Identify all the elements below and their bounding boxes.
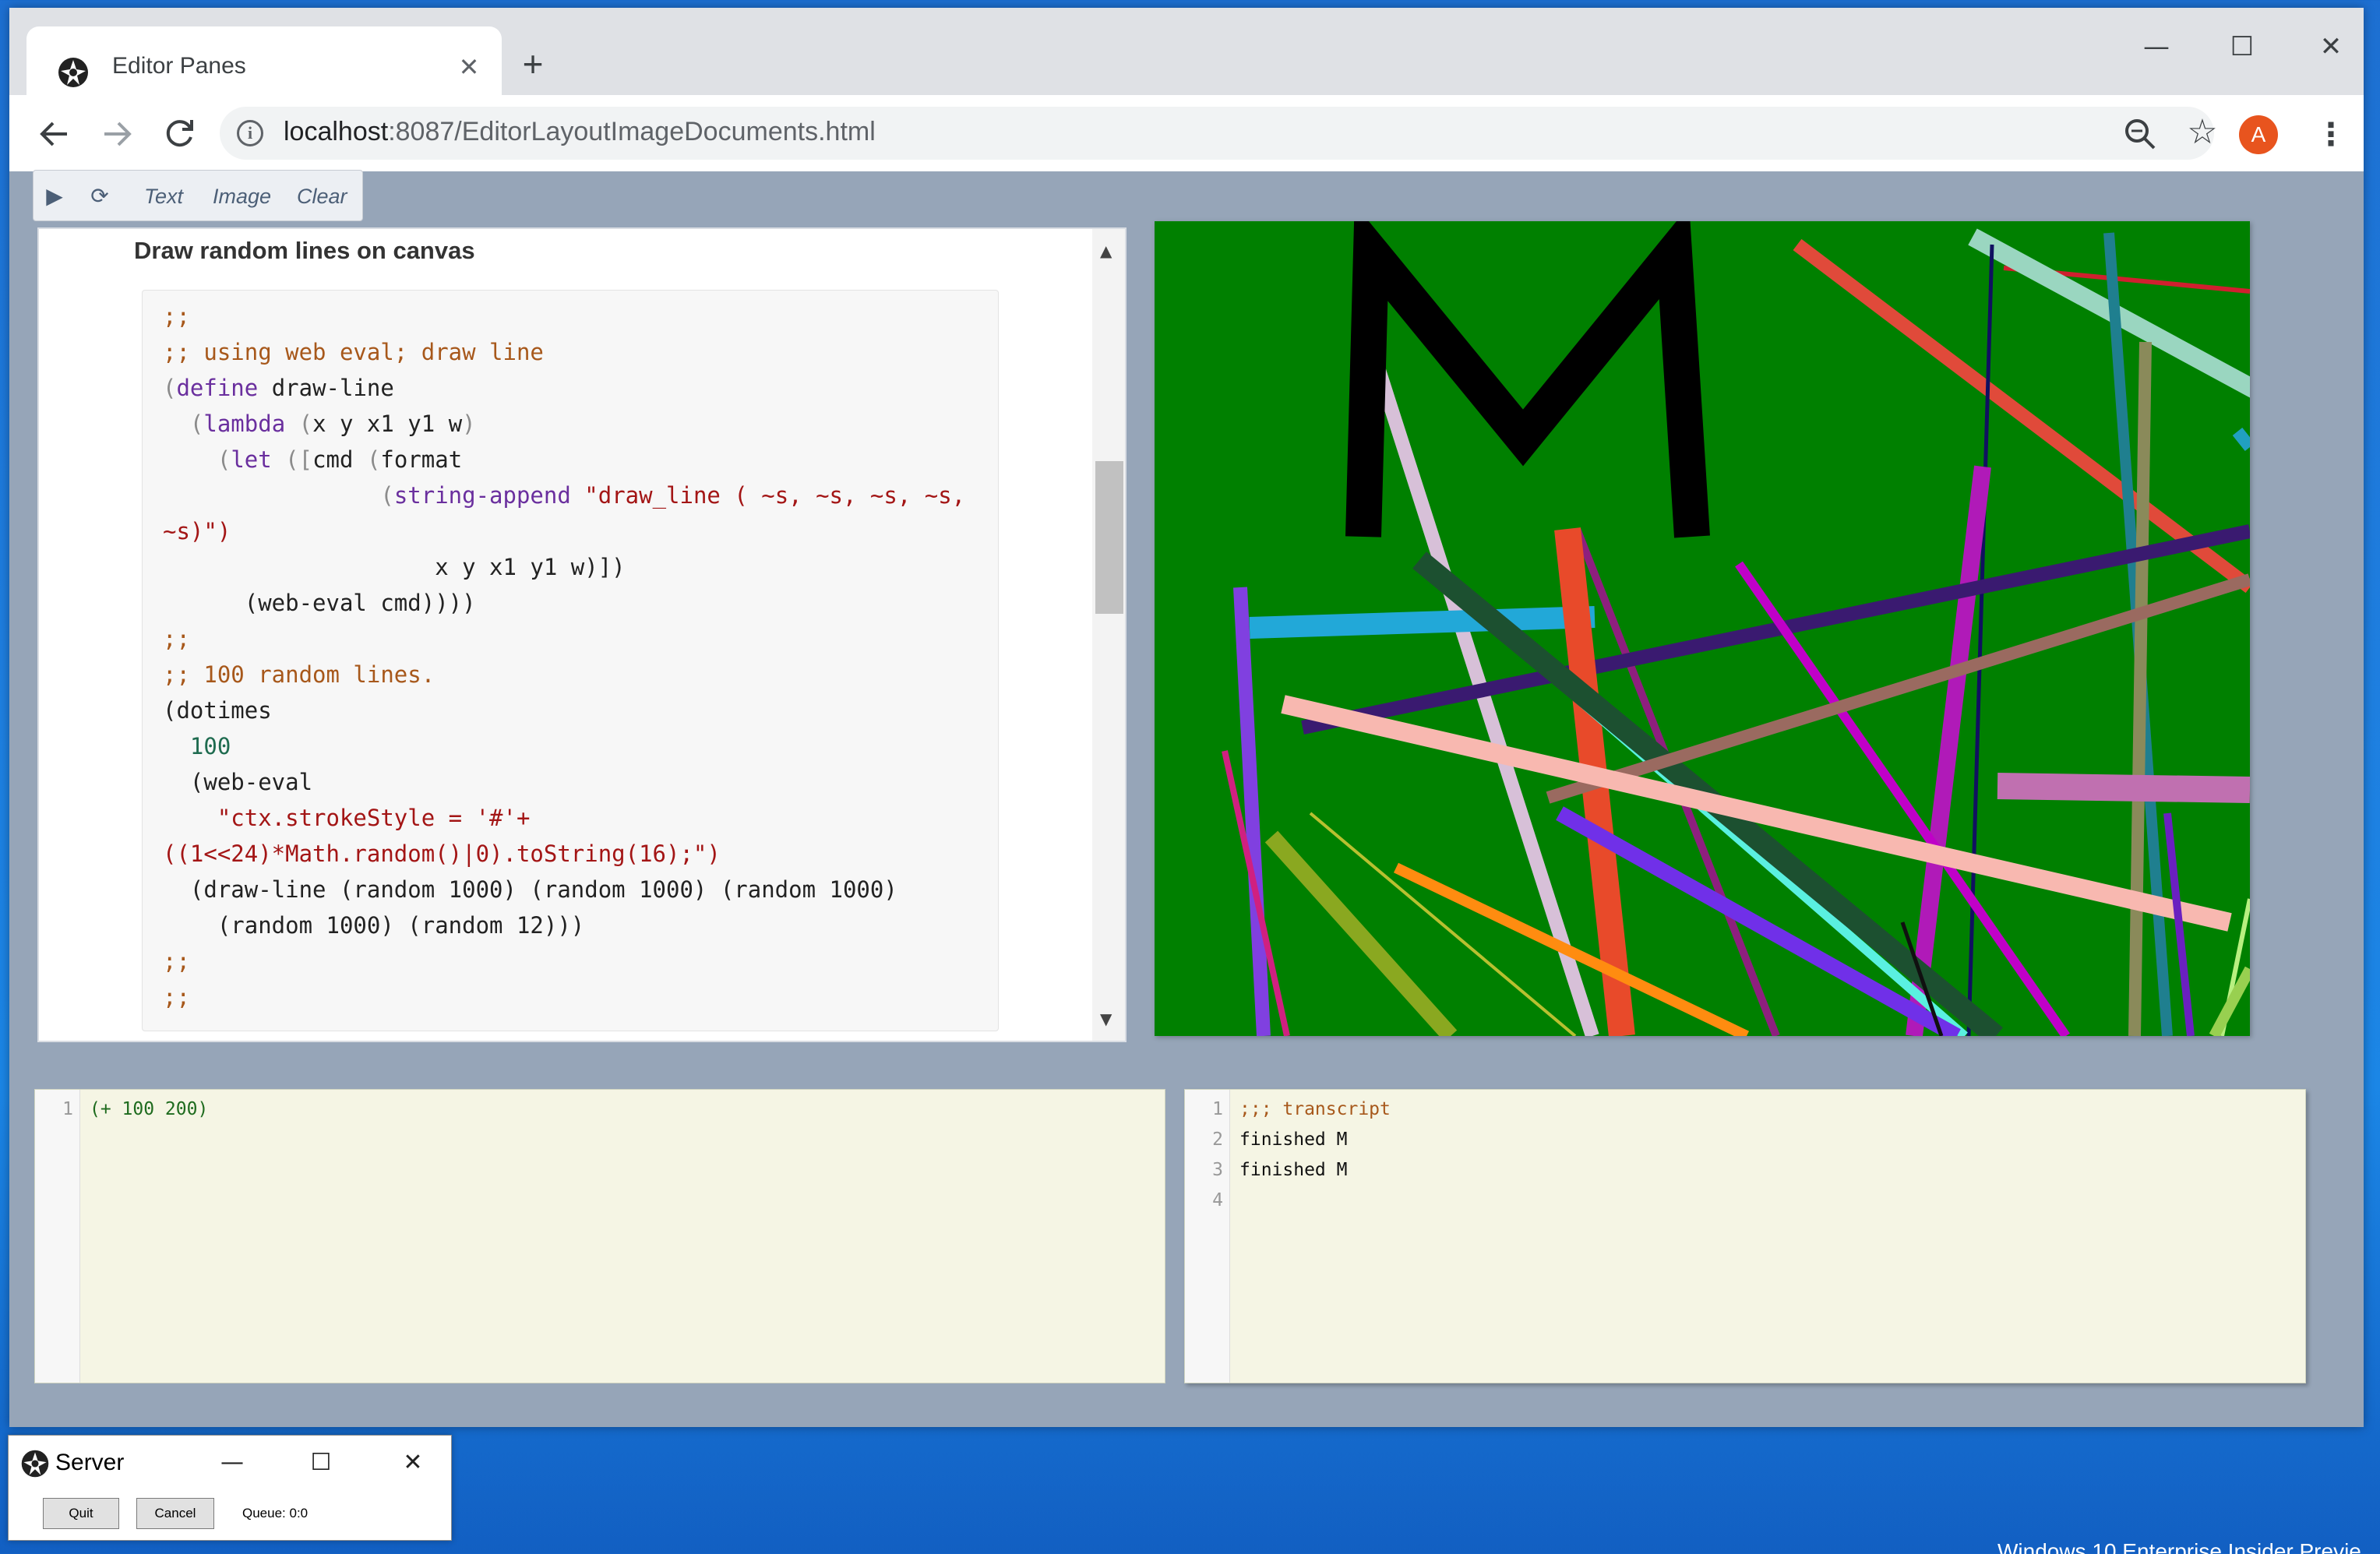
reload-icon[interactable] — [157, 112, 201, 156]
code-line: ;; — [163, 303, 190, 329]
code-line: (draw-line (random 1000) (random 1000) (… — [163, 876, 897, 903]
editor-line[interactable]: ;;; transcript — [1239, 1099, 1391, 1119]
tab-close-icon[interactable]: ✕ — [453, 51, 485, 83]
bookmark-star-icon[interactable]: ☆ — [2183, 113, 2222, 152]
browser-toolbar: i localhost:8087/EditorLayoutImageDocume… — [9, 95, 2364, 171]
profile-avatar[interactable]: A — [2239, 115, 2278, 154]
line-number-gutter: 1 — [35, 1090, 80, 1383]
site-info-icon[interactable]: i — [237, 120, 263, 146]
code-line: ;; using web eval; draw line — [163, 339, 544, 365]
text-button[interactable]: Text — [144, 181, 183, 211]
transcript-editor[interactable]: 1 2 3 4 ;;; transcript finished M finish… — [1184, 1089, 2306, 1383]
scroll-up-icon[interactable]: ▲ — [1100, 241, 1112, 260]
url-host: localhost — [284, 117, 389, 146]
code-line: ((1<<24)*Math.random()|0).toString(16);"… — [163, 840, 721, 867]
queue-status: Queue: 0:0 — [242, 1506, 309, 1521]
editor-line[interactable]: finished M — [1239, 1160, 1347, 1180]
line-number: 1 — [62, 1099, 73, 1119]
clear-button[interactable]: Clear — [297, 181, 347, 211]
minimize-window-icon[interactable]: — — [2133, 23, 2180, 70]
editor-line[interactable]: finished M — [1239, 1129, 1347, 1150]
maximize-window-icon[interactable]: ☐ — [2219, 23, 2265, 70]
close-window-icon[interactable]: ✕ — [393, 1443, 432, 1482]
quit-button[interactable]: Quit — [43, 1498, 119, 1529]
line-number: 4 — [1212, 1190, 1223, 1210]
line-number: 3 — [1212, 1160, 1223, 1180]
server-window-title: Server — [55, 1450, 125, 1475]
back-arrow-icon[interactable] — [33, 112, 76, 156]
scroll-down-icon[interactable]: ▼ — [1100, 1010, 1112, 1028]
scheme-logo-icon — [58, 58, 88, 87]
code-block[interactable]: ;; ;; using web eval; draw line (define … — [142, 290, 999, 1031]
server-window: Server — ☐ ✕ Quit Cancel Queue: 0:0 — [8, 1435, 452, 1541]
address-bar[interactable]: i localhost:8087/EditorLayoutImageDocume… — [220, 107, 2218, 160]
browser-window: Editor Panes ✕ + — ☐ ✕ i localhost:8087/… — [9, 8, 2364, 1427]
code-line: ;; 100 random lines. — [163, 661, 435, 688]
url-path: :8087/EditorLayoutImageDocuments.html — [388, 117, 876, 146]
code-line: (lambda (x y x1 y1 w) — [189, 411, 476, 437]
code-line: ;; — [163, 625, 190, 652]
os-watermark: Windows 10 Enterprise Insider Previe — [1997, 1539, 2361, 1554]
url-text: localhost:8087/EditorLayoutImageDocument… — [284, 117, 876, 147]
code-line: (define draw-line — [163, 375, 394, 401]
code-line: 100 — [163, 733, 231, 759]
code-line: (let ([cmd (format — [217, 446, 463, 473]
code-line: x y x1 y1 w)]) — [163, 554, 626, 580]
cancel-button[interactable]: Cancel — [136, 1498, 214, 1529]
repl-input-editor[interactable]: 1 (+ 100 200) — [34, 1089, 1165, 1383]
line-number-gutter: 1 2 3 4 — [1185, 1090, 1230, 1383]
zoom-icon[interactable] — [2121, 115, 2160, 153]
new-tab-button[interactable]: + — [514, 45, 552, 83]
image-button[interactable]: Image — [213, 181, 271, 211]
document-pane[interactable]: Draw random lines on canvas ;; ;; using … — [37, 227, 1127, 1042]
document-scrollbar[interactable] — [1092, 229, 1125, 1041]
code-line: "ctx.strokeStyle = '#'+ — [163, 805, 531, 831]
run-icon[interactable]: ▶ — [40, 181, 69, 211]
document-heading: Draw random lines on canvas — [134, 237, 475, 264]
code-line: (dotimes — [163, 697, 272, 724]
page-toolbar: ▶ ⟳ Text Image Clear — [33, 170, 363, 221]
browser-menu-icon[interactable]: ⋮ — [2315, 115, 2347, 154]
scheme-logo-icon — [21, 1450, 49, 1478]
code-line: ;; — [163, 948, 190, 974]
refresh-icon[interactable]: ⟳ — [85, 181, 115, 211]
minimize-window-icon[interactable]: — — [213, 1443, 252, 1482]
maximize-window-icon[interactable]: ☐ — [301, 1443, 340, 1482]
forward-arrow-icon[interactable] — [95, 112, 139, 156]
drawing-canvas[interactable] — [1155, 221, 2250, 1036]
code-line: (random 1000) (random 12))) — [163, 912, 585, 939]
line-number: 1 — [1212, 1099, 1223, 1119]
editor-line[interactable]: (+ 100 200) — [90, 1099, 208, 1119]
code-line: (string-append "draw_line ( ~s, ~s, ~s, … — [380, 482, 966, 509]
line-number: 2 — [1212, 1129, 1223, 1150]
code-line: ;; — [163, 984, 190, 1010]
code-line: (web-eval cmd)))) — [163, 590, 476, 616]
code-line: ~s)") — [163, 518, 231, 544]
scrollbar-thumb[interactable] — [1095, 461, 1123, 614]
code-line: (web-eval — [163, 769, 313, 795]
close-window-icon[interactable]: ✕ — [2308, 23, 2354, 70]
tab-title: Editor Panes — [112, 53, 246, 79]
